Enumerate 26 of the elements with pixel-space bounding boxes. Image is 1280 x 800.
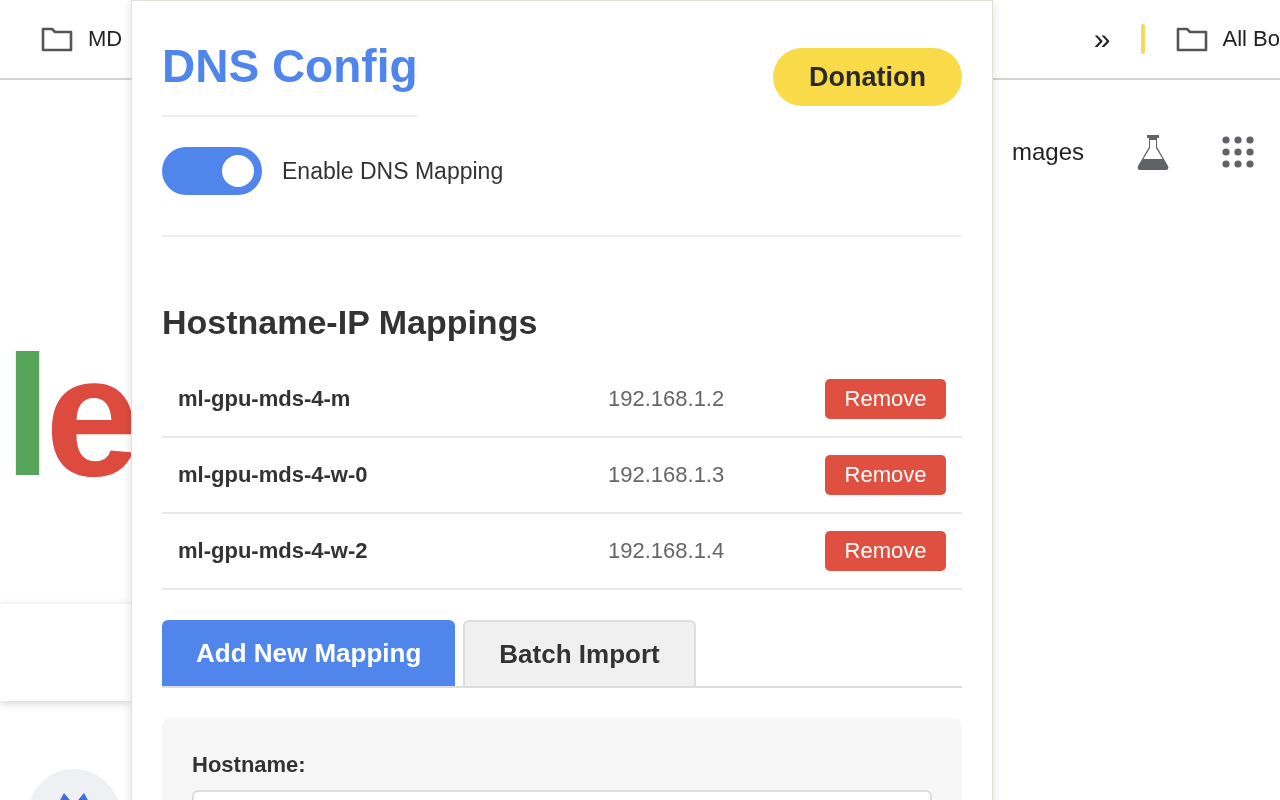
section-heading: Hostname-IP Mappings [162,303,539,342]
ip-text: 192.168.1.2 [608,386,726,412]
tab[interactable]: Add New Mapping [162,620,456,686]
ip-text: 192.168.1.4 [608,538,726,564]
ip-text: 192.168.1.3 [608,462,726,488]
bookmark-label[interactable]: All Bo [1222,26,1280,52]
apps-grid-icon[interactable] [1222,136,1254,168]
folder-icon [40,25,74,53]
field-label: Hostname: [192,752,307,778]
logo-letter: l [4,346,46,486]
remove-button[interactable]: Remove [825,379,946,419]
hostname-text: ml-gpu-mds-4-w-2 [178,538,369,564]
images-link[interactable]: mages [1011,138,1084,166]
toggle-switch[interactable] [162,147,262,195]
logo-letter: e [45,346,134,486]
hostname-text: ml-gpu-mds-4-m [178,386,352,412]
toggle-label: Enable DNS Mapping [282,157,504,185]
tab[interactable]: Batch Import [463,620,696,686]
hostname-text: ml-gpu-mds-4-w-0 [178,462,369,488]
donation-button[interactable]: Donation [773,48,962,106]
bookmark-label[interactable]: MD [88,26,123,52]
folder-icon [1174,25,1209,53]
remove-button[interactable]: Remove [825,455,946,495]
remove-button[interactable]: Remove [825,531,946,571]
bookmarks-overflow-button[interactable]: » [1093,24,1111,54]
popup-title: DNS Config [162,39,418,117]
